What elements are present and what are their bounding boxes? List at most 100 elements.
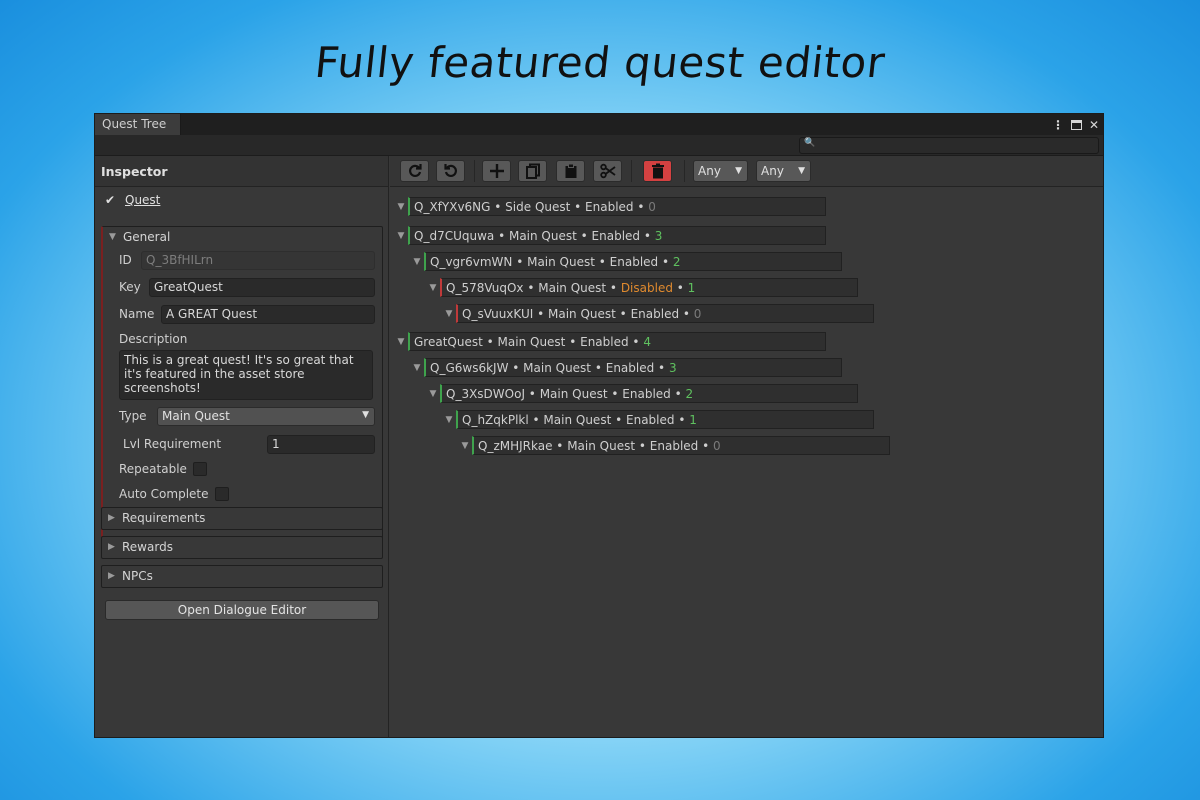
close-icon[interactable]: ✕ [1089,119,1099,131]
undo-button[interactable] [436,160,465,182]
triangle-down-icon[interactable]: ▼ [394,337,408,347]
chevron-down-icon: ▼ [735,166,742,176]
triangle-down-icon[interactable]: ▼ [410,363,424,373]
triangle-down-icon[interactable]: ▼ [394,231,408,241]
tree-node[interactable]: ▼ Q_d7CUquwa • Main Quest • Enabled • 3 [394,226,826,245]
triangle-down-icon[interactable]: ▼ [410,257,424,267]
tree-node[interactable]: ▼ Q_hZqkPlkl • Main Quest • Enabled • 1 [442,410,874,429]
tree-node-label[interactable]: Q_vgr6vmWN • Main Quest • Enabled • 2 [424,252,842,271]
tree-node[interactable]: ▼ Q_3XsDWOoJ • Main Quest • Enabled • 2 [426,384,858,403]
title-bar: Quest Tree ⋮ ✕ [95,114,1103,135]
copy-icon [525,163,540,179]
general-label: General [123,230,171,244]
tree-panel: Any ▼ Any ▼ ▼ Q_XfYXv6NG • Side Quest • … [390,156,1103,737]
redo-button[interactable] [400,160,429,182]
general-header[interactable]: ▼ General [103,227,382,247]
tree-node[interactable]: ▼ Q_XfYXv6NG • Side Quest • Enabled • 0 [394,197,826,216]
general-foldout: ▼ General ID Q_3BfHILrn Key GreatQuest N… [101,226,383,542]
add-button[interactable] [482,160,511,182]
tree-node-label[interactable]: Q_zMHJRkae • Main Quest • Enabled • 0 [472,436,890,455]
chevron-down-icon: ▼ [362,410,369,420]
scissors-icon [599,163,616,179]
triangle-right-icon: ▶ [108,571,115,581]
triangle-down-icon: ▼ [109,232,116,242]
name-field[interactable]: A GREAT Quest [161,305,375,324]
tree-node[interactable]: ▼ Q_sVuuxKUI • Main Quest • Enabled • 0 [442,304,874,323]
tab-quest-tree[interactable]: Quest Tree [95,114,181,135]
requirements-header[interactable]: ▶ Requirements [102,508,382,528]
tree-node-label[interactable]: Q_sVuuxKUI • Main Quest • Enabled • 0 [456,304,874,323]
triangle-right-icon: ▶ [108,542,115,552]
maximize-icon[interactable] [1070,119,1082,130]
tree-node-label[interactable]: Q_hZqkPlkl • Main Quest • Enabled • 1 [456,410,874,429]
tree-node-label[interactable]: Q_XfYXv6NG • Side Quest • Enabled • 0 [408,197,826,216]
cut-button[interactable] [593,160,622,182]
duplicate-button[interactable] [518,160,547,182]
description-field[interactable]: This is a great quest! It's so great tha… [119,350,373,400]
tree-node[interactable]: ▼ GreatQuest • Main Quest • Enabled • 4 [394,332,826,351]
menu-icon[interactable]: ⋮ [1052,119,1064,131]
open-dialogue-editor-button[interactable]: Open Dialogue Editor [105,600,379,620]
triangle-down-icon[interactable]: ▼ [442,415,456,425]
toolbar-separator [631,160,632,182]
tree-node-label[interactable]: Q_G6ws6kJW • Main Quest • Enabled • 3 [424,358,842,377]
filter-status-value: Any [761,164,784,178]
tree-node[interactable]: ▼ Q_zMHJRkae • Main Quest • Enabled • 0 [458,436,890,455]
tree-node[interactable]: ▼ Q_578VuqOx • Main Quest • Disabled • 1 [426,278,858,297]
filter-type-value: Any [698,164,721,178]
triangle-down-icon[interactable]: ▼ [426,389,440,399]
quest-toggle[interactable]: ✔ Quest [103,193,160,207]
requirements-label: Requirements [122,511,206,525]
paste-button[interactable] [556,160,585,182]
triangle-down-icon[interactable]: ▼ [442,309,456,319]
repeatable-label: Repeatable [119,462,187,476]
toolbar-separator [474,160,475,182]
tree-node[interactable]: ▼ Q_G6ws6kJW • Main Quest • Enabled • 3 [410,358,842,377]
clipboard-icon [565,163,576,178]
triangle-down-icon[interactable]: ▼ [394,202,408,212]
toolbar: Any ▼ Any ▼ [390,156,1103,187]
description-label: Description [119,332,188,346]
autocomplete-label: Auto Complete [119,487,209,501]
tree-node-label[interactable]: GreatQuest • Main Quest • Enabled • 4 [408,332,826,351]
autocomplete-checkbox[interactable] [215,487,229,501]
search-row: 🔍 [95,135,1103,156]
id-label: ID [119,253,132,267]
delete-button[interactable] [643,160,672,182]
checkmark-icon[interactable]: ✔ [103,193,117,207]
lvl-label: Lvl Requirement [123,437,222,451]
key-field[interactable]: GreatQuest [149,278,375,297]
window-controls: ⋮ ✕ [1052,115,1099,134]
triangle-down-icon[interactable]: ▼ [426,283,440,293]
rewards-label: Rewards [122,540,173,554]
tree-node-label[interactable]: Q_d7CUquwa • Main Quest • Enabled • 3 [408,226,826,245]
description-row: Description [119,329,374,349]
npcs-foldout[interactable]: ▶ NPCs [101,565,383,588]
inspector-panel: Inspector ✔ Quest ▼ General ID Q_3BfHILr… [95,156,389,737]
triangle-down-icon[interactable]: ▼ [458,441,472,451]
tree-node-label[interactable]: Q_578VuqOx • Main Quest • Disabled • 1 [440,278,858,297]
type-dropdown[interactable]: Main Quest ▼ [157,407,375,426]
requirements-foldout[interactable]: ▶ Requirements [101,507,383,530]
filter-dropdown-status[interactable]: Any ▼ [756,160,811,182]
npcs-header[interactable]: ▶ NPCs [102,566,382,586]
redo-icon [408,164,422,177]
filter-dropdown-type[interactable]: Any ▼ [693,160,748,182]
type-label: Type [119,409,147,423]
quest-label[interactable]: Quest [125,193,160,207]
autocomplete-row: Auto Complete [119,484,374,504]
undo-icon [443,164,457,177]
tree-node[interactable]: ▼ Q_vgr6vmWN • Main Quest • Enabled • 2 [410,252,842,271]
rewards-header[interactable]: ▶ Rewards [102,537,382,557]
lvl-field[interactable]: 1 [267,435,375,454]
search-input[interactable]: 🔍 [799,137,1099,154]
chevron-down-icon: ▼ [798,166,805,176]
type-value: Main Quest [162,409,230,423]
quest-tree-window: Quest Tree ⋮ ✕ 🔍 Inspector ✔ Quest ▼ Gen… [94,113,1104,738]
tree-node-label[interactable]: Q_3XsDWOoJ • Main Quest • Enabled • 2 [440,384,858,403]
toolbar-separator [684,160,685,182]
plus-icon [489,164,504,178]
repeatable-checkbox[interactable] [193,462,207,476]
rewards-foldout[interactable]: ▶ Rewards [101,536,383,559]
inspector-title: Inspector [95,156,388,187]
